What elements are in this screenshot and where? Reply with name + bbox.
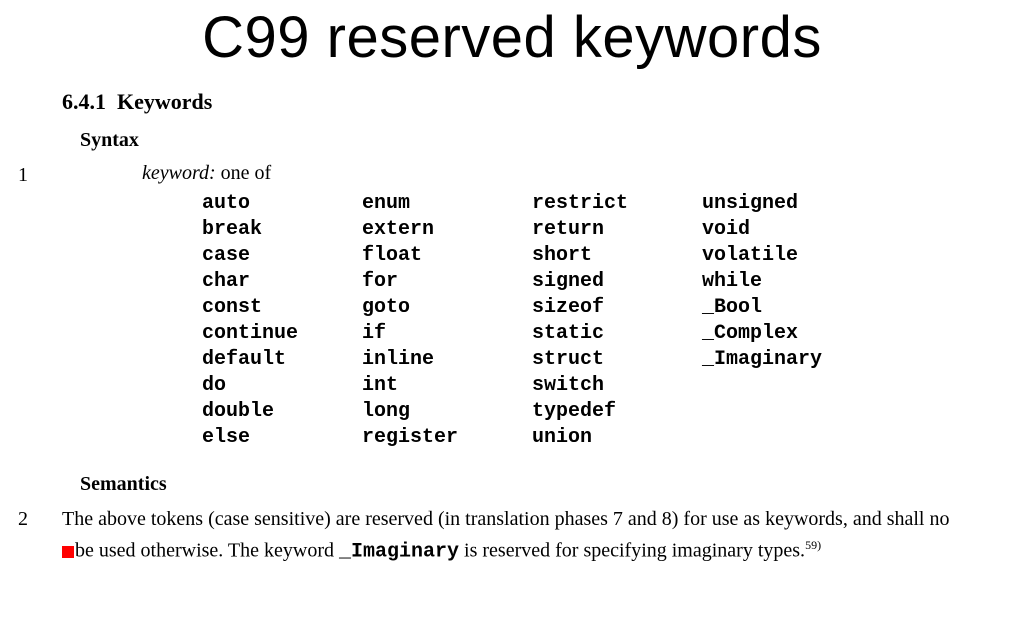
keyword-cell: typedef [532,399,702,425]
keyword-table: autoenumrestrictunsigned breakexternretur… [202,191,872,451]
keyword-cell: restrict [532,191,702,217]
keyword-term: keyword: [142,162,216,184]
paragraph-number: 2 [18,506,62,531]
semantics-text: The above tokens (case sensitive) are re… [62,506,962,566]
keyword-cell: _Imaginary [702,347,872,373]
keyword-cell: enum [362,191,532,217]
keyword-cell: int [362,373,532,399]
semantics-text-part2: be used otherwise. The keyword [75,540,339,562]
semantics-text-part3: is reserved for specifying imaginary typ… [459,540,805,562]
keyword-cell: union [532,425,702,451]
keyword-cell: goto [362,295,532,321]
keyword-cell: if [362,321,532,347]
syntax-heading: Syntax [80,129,984,152]
keyword-cell: for [362,269,532,295]
section-number: 6.4.1 [62,89,106,114]
keyword-cell: continue [202,321,362,347]
keyword-cell: char [202,269,362,295]
keyword-cell: return [532,217,702,243]
semantics-paragraph: 2 The above tokens (case sensitive) are … [18,506,984,566]
keyword-cell: static [532,321,702,347]
keyword-cell: const [202,295,362,321]
footnote-ref: 59) [805,538,821,552]
keyword-cell: case [202,243,362,269]
keyword-cell [702,373,872,399]
keyword-cell: inline [362,347,532,373]
keyword-cell: else [202,425,362,451]
keyword-cell: break [202,217,362,243]
keyword-cell: auto [202,191,362,217]
keyword-cell: extern [362,217,532,243]
semantics-text-part1: The above tokens (case sensitive) are re… [62,508,950,530]
keyword-cell: switch [532,373,702,399]
paragraph-number: 1 [18,162,62,187]
keyword-cell: double [202,399,362,425]
keyword-cell: volatile [702,243,872,269]
keyword-cell: while [702,269,872,295]
section-heading: 6.4.1 Keywords [62,89,984,115]
keyword-cell: do [202,373,362,399]
imaginary-keyword: _Imaginary [339,541,459,564]
slide: C99 reserved keywords 6.4.1 Keywords Syn… [0,0,1024,618]
slide-title: C99 reserved keywords [0,0,1024,71]
keyword-cell: unsigned [702,191,872,217]
syntax-paragraph: 1 keyword: one of autoenumrestrictunsign… [18,162,984,451]
keyword-cell: signed [532,269,702,295]
cursor-icon [62,546,74,558]
keyword-cell [702,425,872,451]
keyword-intro-rest: one of [216,162,272,184]
syntax-block: keyword: one of autoenumrestrictunsigned… [142,162,872,451]
keyword-cell: struct [532,347,702,373]
keyword-intro: keyword: one of [142,162,872,185]
section-name: Keywords [117,89,212,114]
keyword-cell: float [362,243,532,269]
keyword-cell: long [362,399,532,425]
document-content: 6.4.1 Keywords Syntax 1 keyword: one of … [18,89,984,566]
keyword-cell: register [362,425,532,451]
semantics-heading: Semantics [80,473,984,496]
keyword-cell: _Bool [702,295,872,321]
keyword-cell: void [702,217,872,243]
keyword-cell: _Complex [702,321,872,347]
keyword-cell: default [202,347,362,373]
keyword-cell [702,399,872,425]
keyword-cell: short [532,243,702,269]
keyword-cell: sizeof [532,295,702,321]
